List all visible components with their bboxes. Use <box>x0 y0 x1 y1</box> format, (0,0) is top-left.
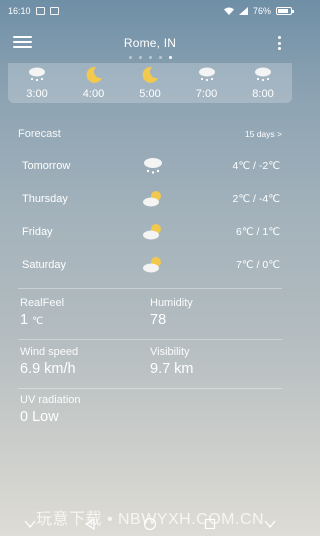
status-bar-right: 76% <box>223 6 294 16</box>
page-dot <box>158 56 162 59</box>
notification-icon <box>49 7 59 15</box>
hour-time: 3:00 <box>26 88 48 100</box>
forecast-day-row[interactable]: Friday 6℃ / 1℃ <box>22 220 280 244</box>
cloud-sun-icon <box>143 191 161 207</box>
menu-button[interactable] <box>13 36 32 49</box>
hour-time: 5:00 <box>139 88 161 100</box>
humidity-detail: Humidity 78 <box>150 297 193 328</box>
snow-cloud-icon <box>144 158 162 174</box>
nav-recents-button[interactable] <box>200 517 220 531</box>
day-name: Tomorrow <box>22 160 71 172</box>
hour-time: 7:00 <box>195 88 218 100</box>
moon-icon <box>142 66 158 83</box>
city-title: Rome, IN <box>123 36 177 50</box>
battery-percent: 76% <box>252 6 271 16</box>
page-dot-active <box>168 56 172 59</box>
forecast-title: Forecast <box>18 128 61 140</box>
forecast-day-row[interactable]: Thursday 2℃ / -4℃ <box>22 187 280 211</box>
back-triangle-icon <box>84 518 95 530</box>
more-options-button[interactable] <box>276 36 282 50</box>
nav-back-button[interactable] <box>80 517 100 531</box>
wind-value: 6.9 km/h <box>20 361 76 377</box>
day-temperature: 2℃ / -4℃ <box>232 193 280 205</box>
day-temperature: 7℃ / 0℃ <box>235 259 280 271</box>
battery-icon <box>276 7 294 15</box>
visibility-detail: Visibility 9.7 km <box>150 346 194 377</box>
cloud-sun-icon <box>143 224 161 240</box>
divider <box>18 288 282 289</box>
divider <box>18 339 282 340</box>
visibility-label: Visibility <box>150 346 190 358</box>
nav-down-button[interactable] <box>20 517 40 531</box>
wind-detail: Wind speed 6.9 km/h <box>20 346 78 377</box>
realfeel-detail: RealFeel 1 ℃ <box>20 297 64 328</box>
15-days-link[interactable]: 15 days > <box>245 129 282 139</box>
snow-cloud-icon <box>198 67 215 82</box>
moon-icon <box>86 66 102 83</box>
system-nav-bar <box>0 512 300 536</box>
hour-item: 4:00 <box>69 63 119 103</box>
visibility-value: 9.7 km <box>150 361 194 377</box>
forecast-header: Forecast 15 days > <box>18 126 282 142</box>
day-temperature: 6℃ / 1℃ <box>235 226 280 238</box>
nav-home-button[interactable] <box>140 517 160 531</box>
cloud-sun-icon <box>143 257 161 273</box>
app-header: Rome, IN <box>0 28 300 58</box>
day-name: Thursday <box>22 193 68 205</box>
status-time: 16:10 <box>8 6 31 16</box>
humidity-value: 78 <box>150 312 167 328</box>
page-dot <box>148 56 152 59</box>
recents-square-icon <box>204 518 216 530</box>
realfeel-value: 1 ℃ <box>20 312 44 328</box>
notification-icon <box>35 7 45 15</box>
wind-label: Wind speed <box>20 346 79 358</box>
hour-time: 8:00 <box>252 88 274 100</box>
day-temperature: 4℃ / -2℃ <box>232 160 280 172</box>
page-dot <box>138 56 142 59</box>
uv-detail: UV radiation 0 Low <box>20 394 81 425</box>
hour-time: 4:00 <box>82 88 105 100</box>
hour-item: 7:00 <box>182 63 232 103</box>
day-name: Saturday <box>22 259 67 271</box>
uv-value: 0 Low <box>20 409 59 425</box>
hour-item: 8:00 <box>238 63 288 103</box>
status-bar-left: 16:10 <box>8 6 59 16</box>
signal-icon <box>238 7 248 15</box>
chevron-down-icon <box>264 520 276 529</box>
humidity-label: Humidity <box>150 297 193 309</box>
hour-item: 3:00 <box>12 63 62 103</box>
snow-cloud-icon <box>255 67 271 82</box>
divider <box>18 388 282 389</box>
nav-extra-button[interactable] <box>260 517 280 531</box>
uv-label: UV radiation <box>20 394 81 406</box>
status-bar: 16:10 76% <box>0 0 300 22</box>
realfeel-label: RealFeel <box>20 297 65 309</box>
home-circle-icon <box>143 517 157 531</box>
hourly-forecast-card[interactable]: 3:00 4:00 5:00 7:00 8:00 <box>8 63 292 103</box>
page-dot <box>128 56 132 59</box>
forecast-day-row[interactable]: Saturday 7℃ / 0℃ <box>22 253 280 277</box>
hour-item: 5:00 <box>125 63 175 103</box>
snow-cloud-icon <box>29 67 45 82</box>
day-name: Friday <box>22 226 53 238</box>
wifi-icon <box>223 7 234 15</box>
page-indicator <box>0 56 300 59</box>
forecast-day-row[interactable]: Tomorrow 4℃ / -2℃ <box>22 154 280 178</box>
chevron-down-icon <box>24 520 36 529</box>
